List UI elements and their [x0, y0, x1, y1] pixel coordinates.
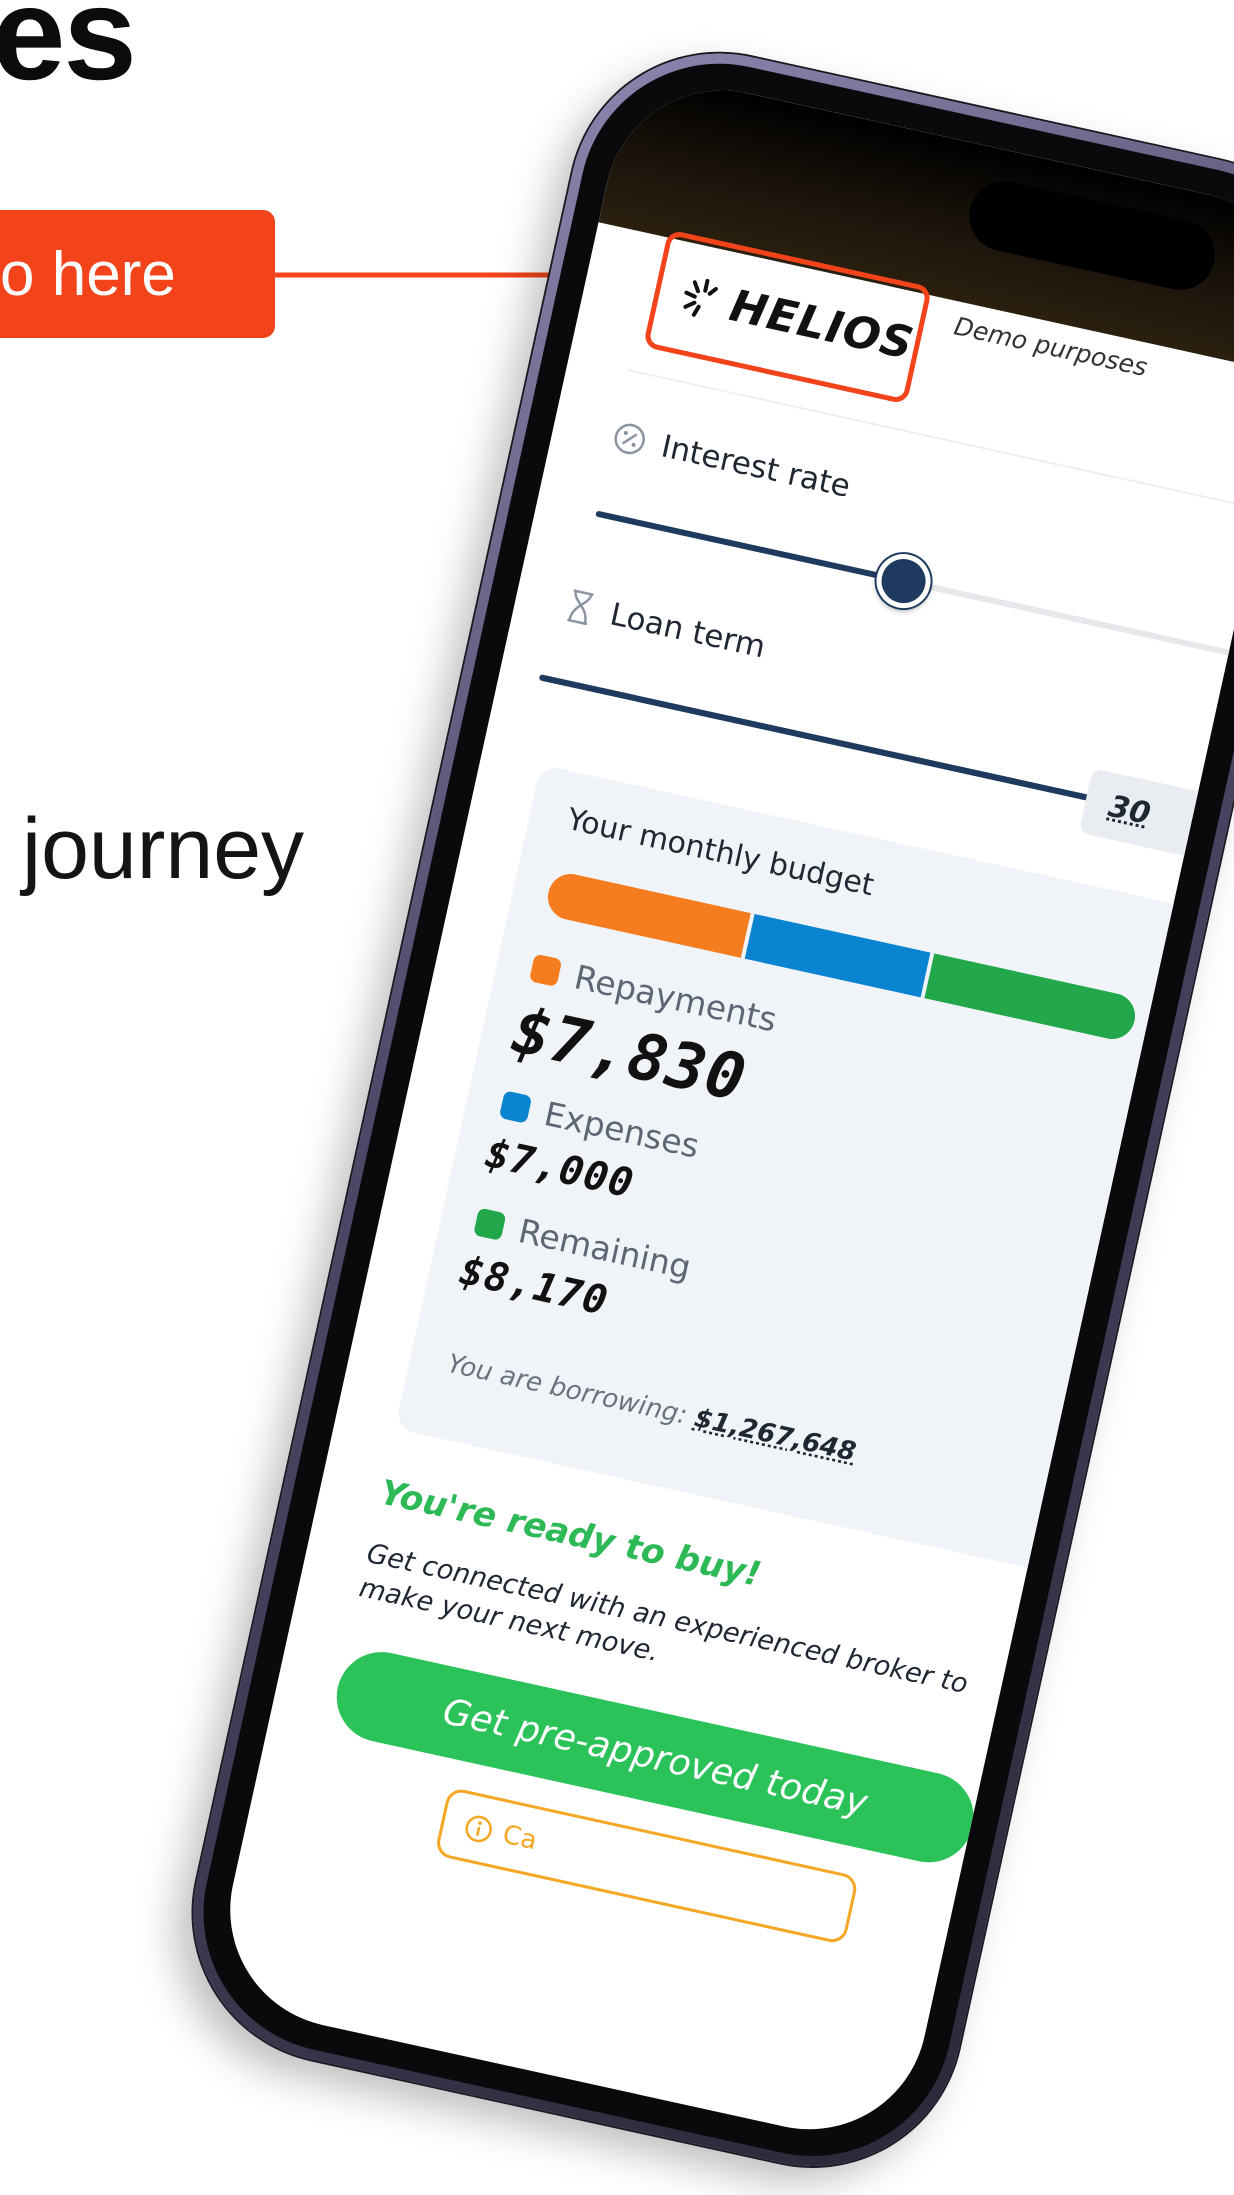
- logo-highlight: HELIOS: [642, 229, 933, 405]
- hourglass-icon: [567, 589, 594, 626]
- info-icon: [465, 1815, 492, 1843]
- journey-text: journey: [22, 801, 305, 897]
- demo-label: Demo purposes: [951, 311, 1150, 383]
- budget-bar-segment-repayments: [543, 869, 755, 959]
- secondary-button-label: Ca: [499, 1819, 540, 1857]
- percent-icon: [614, 423, 645, 455]
- budget-bar-segment-remaining: [924, 953, 1140, 1044]
- expenses-swatch: [498, 1089, 533, 1124]
- loan-term-label: Loan term: [562, 586, 769, 665]
- interest-rate-text: Interest rate: [658, 428, 854, 505]
- interest-rate-fill: [595, 510, 905, 585]
- budget-bar-segment-expenses: [744, 913, 935, 999]
- repayments-swatch: [529, 953, 563, 987]
- borrowing-label: You are borrowing:: [444, 1348, 690, 1431]
- interest-rate-label: Interest rate: [609, 418, 854, 505]
- loan-term-value[interactable]: 30: [1078, 768, 1234, 867]
- borrowing-line: You are borrowing: $1,267,648: [445, 1349, 859, 1468]
- helios-logo-icon: [683, 278, 718, 317]
- logo-text: HELIOS: [725, 279, 919, 370]
- interest-rate-thumb[interactable]: [871, 548, 936, 614]
- remaining-swatch: [473, 1207, 507, 1241]
- loan-term-text: Loan term: [606, 596, 769, 666]
- borrowing-value[interactable]: $1,267,648: [692, 1403, 859, 1468]
